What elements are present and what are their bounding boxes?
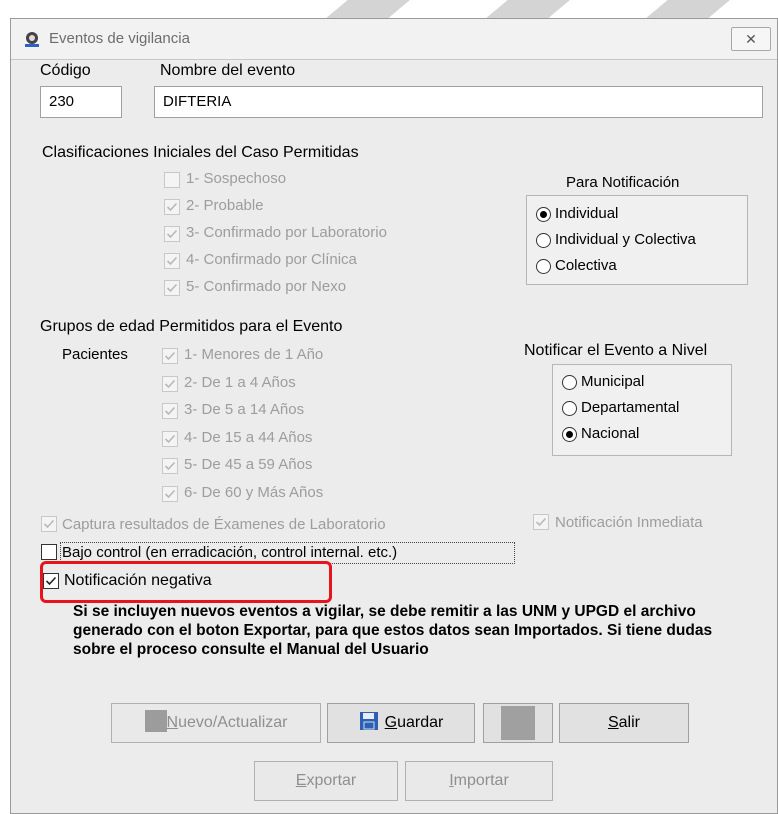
clasificacion-label: 5- Confirmado por Nexo	[186, 278, 347, 295]
nuevo-mnemonic: N	[166, 714, 179, 731]
nombre-field[interactable]: DIFTERIA	[154, 86, 763, 118]
window-title: Eventos de vigilancia	[49, 30, 190, 47]
clasificacion-checkbox[interactable]	[164, 253, 180, 269]
exportar-button[interactable]: Exportar	[254, 761, 398, 801]
grupos-heading: Grupos de edad Permitidos para el Evento	[40, 318, 343, 335]
grupo-edad-label: 2- De 1 a 4 Años	[184, 373, 296, 391]
grupo-edad-label: 6- De 60 y Más Años	[184, 483, 324, 501]
codigo-label: Código	[40, 62, 91, 79]
notificacion-option-radio[interactable]	[536, 233, 551, 248]
grupo-edad-checkbox[interactable]	[162, 403, 178, 419]
nivel-option-radio[interactable]	[562, 375, 577, 390]
nuevo-icon	[144, 710, 167, 732]
grupo-edad-checkbox[interactable]	[162, 458, 178, 474]
highlight-box	[40, 561, 332, 603]
salir-label: alir	[618, 714, 640, 731]
guardar-button[interactable]: Guardar	[327, 703, 475, 743]
nivel-option-radio[interactable]	[562, 427, 577, 442]
clasificacion-checkbox[interactable]	[164, 226, 180, 242]
nivel-option-label: Municipal	[581, 373, 645, 390]
codigo-field[interactable]: 230	[40, 86, 122, 118]
pacientes-label: Pacientes	[62, 346, 128, 363]
clasificacion-label: 3- Confirmado por Laboratorio	[186, 224, 387, 241]
salir-mnemonic: S	[607, 714, 619, 731]
notificacion-option-label: Colectiva	[555, 257, 617, 274]
inmediata-label: Notificación Inmediata	[555, 514, 703, 531]
floppy-icon	[359, 712, 378, 730]
bajo-control-label: Bajo control (en erradicación, control i…	[62, 544, 398, 561]
notificacion-option-radio[interactable]	[536, 259, 551, 274]
importar-label: mportar	[453, 772, 509, 789]
importar-button[interactable]: Importar	[405, 761, 553, 801]
clasificacion-label: 2- Probable	[186, 197, 264, 214]
blank-button-icon	[501, 705, 535, 740]
clasificacion-checkbox[interactable]	[164, 172, 180, 188]
grupo-edad-checkbox[interactable]	[162, 375, 178, 392]
clasificacion-checkbox[interactable]	[164, 280, 180, 296]
grupo-edad-label: 1- Menores de 1 Año	[184, 346, 324, 363]
exportar-label: xportar	[306, 772, 357, 789]
salir-button[interactable]: Salir	[559, 703, 689, 743]
grupo-edad-label: 5- De 45 a 59 Años	[184, 456, 313, 473]
notificacion-option-radio[interactable]	[536, 207, 551, 222]
exportar-mnemonic: E	[295, 772, 307, 789]
nivel-option-label: Departamental	[581, 399, 680, 416]
inmediata-checkbox[interactable]	[533, 514, 549, 530]
guardar-mnemonic: G	[384, 714, 398, 731]
grupo-edad-checkbox[interactable]	[162, 348, 178, 364]
guardar-label: uardar	[397, 714, 444, 731]
grupo-edad-label: 4- De 15 a 44 Años	[184, 428, 313, 446]
clasificacion-label: 4- Confirmado por Clínica	[186, 251, 357, 268]
info-text: Si se incluyen nuevos eventos a vigilar,…	[73, 603, 713, 658]
captura-label: Captura resultados de Éxamenes de Labora…	[62, 516, 386, 533]
notificacion-option-label: Individual y Colectiva	[555, 231, 696, 248]
captura-checkbox[interactable]	[41, 516, 57, 532]
grupo-edad-checkbox[interactable]	[162, 430, 178, 447]
notificacion-option-label: Individual	[555, 205, 619, 222]
clasificacion-checkbox[interactable]	[164, 199, 180, 215]
grupo-edad-label: 3- De 5 a 14 Años	[184, 401, 305, 418]
bajo-control-checkbox[interactable]	[41, 544, 57, 560]
grupo-edad-checkbox[interactable]	[162, 485, 178, 502]
nivel-heading: Notificar el Evento a Nivel	[524, 342, 708, 359]
clasificaciones-heading: Clasificaciones Iniciales del Caso Permi…	[42, 144, 359, 161]
nivel-option-radio[interactable]	[562, 401, 577, 416]
app-icon	[25, 32, 39, 47]
blank-button[interactable]	[483, 703, 553, 743]
nuevo-label: uevo/Actualizar	[178, 714, 288, 731]
notificacion-heading: Para Notificación	[566, 174, 680, 191]
close-button[interactable]: ✕	[731, 27, 771, 51]
nombre-label: Nombre del evento	[160, 62, 296, 79]
close-icon: ✕	[745, 31, 757, 47]
title-bar: Eventos de vigilancia ✕	[11, 19, 777, 60]
nivel-option-label: Nacional	[581, 425, 640, 442]
clasificacion-label: 1- Sospechoso	[186, 170, 287, 187]
nuevo-button[interactable]: Nuevo/Actualizar	[111, 703, 321, 743]
